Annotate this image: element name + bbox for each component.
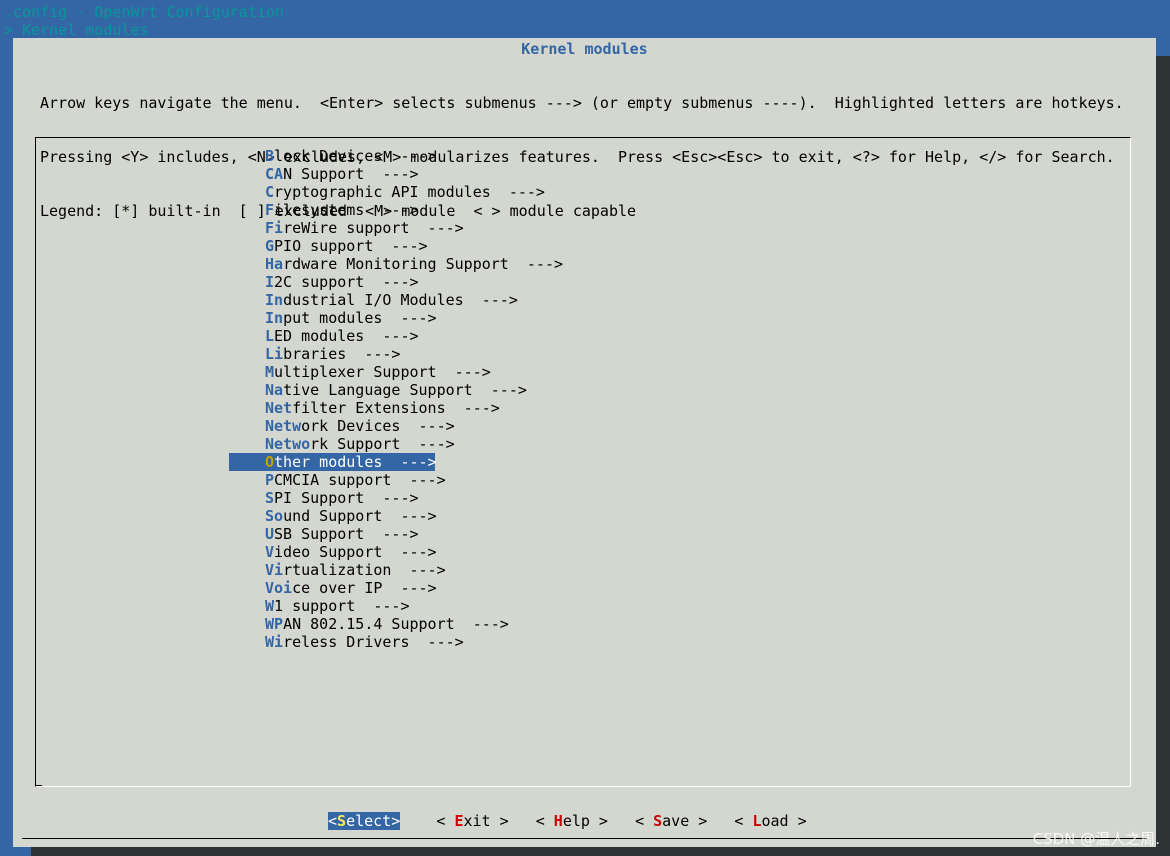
button-bar: <Select> < Exit > < Help > < Save > < Lo… [328, 812, 807, 830]
menu-item[interactable]: Multiplexer Support ---> [229, 363, 491, 381]
menu-item[interactable]: LED modules ---> [229, 327, 435, 345]
menu-item[interactable]: Wireless Drivers ---> [229, 633, 464, 651]
menu-item[interactable]: GPIO support ---> [229, 237, 435, 255]
menu-item[interactable]: USB Support ---> [229, 525, 435, 543]
window-title: .config - OpenWrt Configuration [4, 3, 284, 21]
menu-item[interactable]: Cryptographic API modules ---> [229, 183, 545, 201]
menu-item[interactable]: Block Devices ---> [229, 147, 437, 165]
dialog-shadow-bottom [31, 847, 1170, 856]
menu-item[interactable]: Other modules ---> [229, 453, 437, 471]
menu-item[interactable]: PCMCIA support ---> [229, 471, 446, 489]
menu-item[interactable]: Voice over IP ---> [229, 579, 437, 597]
menuconfig-dialog: Kernel modules Arrow keys navigate the m… [13, 38, 1156, 847]
menu-item[interactable]: Network Support ---> [229, 435, 455, 453]
menu-item[interactable]: Input modules ---> [229, 309, 437, 327]
select-button[interactable]: <Select> [328, 812, 401, 830]
menu-item[interactable]: SPI Support ---> [229, 489, 435, 507]
save-button[interactable]: < Save > [635, 812, 707, 830]
menu-item[interactable]: FireWire support ---> [229, 219, 464, 237]
menu-item[interactable]: Industrial I/O Modules ---> [229, 291, 518, 309]
menu-item[interactable]: Network Devices ---> [229, 417, 455, 435]
menu-item[interactable]: I2C support ---> [229, 273, 435, 291]
help-button[interactable]: < Help > [536, 812, 608, 830]
menu-item[interactable]: Virtualization ---> [229, 561, 446, 579]
menu-item[interactable]: Video Support ---> [229, 543, 437, 561]
menu-item[interactable]: Netfilter Extensions ---> [229, 399, 500, 417]
menu-list: Block Devices ---> CAN Support ---> Crypto… [229, 147, 563, 651]
menu-box [35, 137, 1131, 787]
exit-button[interactable]: < Exit > [436, 812, 508, 830]
button-separator [22, 838, 1147, 839]
help-line: Arrow keys navigate the menu. <Enter> se… [40, 94, 1124, 112]
watermark: CSDN @温人之周. [1032, 830, 1160, 848]
menu-item[interactable]: CAN Support ---> [229, 165, 435, 183]
menu-item[interactable]: WPAN 802.15.4 Support ---> [229, 615, 509, 633]
menu-item[interactable]: Native Language Support ---> [229, 381, 527, 399]
menu-item[interactable]: Libraries ---> [229, 345, 435, 363]
menu-item[interactable]: Hardware Monitoring Support ---> [229, 255, 563, 273]
dialog-shadow-right [1156, 56, 1170, 856]
breadcrumb: > Kernel modules [4, 21, 149, 39]
menu-item[interactable]: W1 support ---> [229, 597, 435, 615]
dialog-title: Kernel modules [521, 40, 648, 58]
menu-item[interactable]: Sound Support ---> [229, 507, 437, 525]
menu-box-corner [35, 773, 42, 786]
load-button[interactable]: < Load > [734, 812, 806, 830]
menu-item[interactable]: Filesystems ---> [229, 201, 435, 219]
